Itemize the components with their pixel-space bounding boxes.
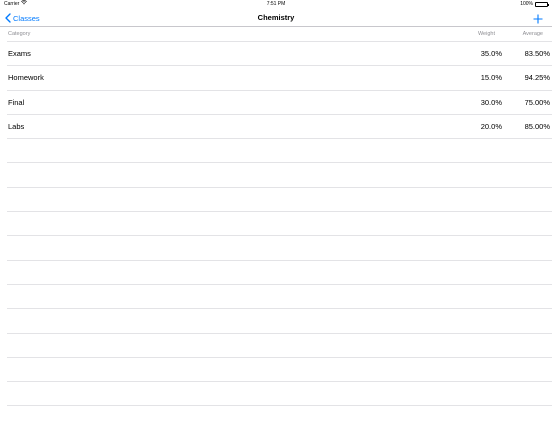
- header-weight: Weight: [477, 31, 495, 37]
- empty-row: [7, 162, 552, 186]
- table-row-labs[interactable]: Labs 20.0% 85.00%: [7, 113, 552, 138]
- row-average: 75.00%: [524, 97, 550, 107]
- row-category: Labs: [8, 121, 25, 131]
- battery-percent: 100%: [520, 1, 533, 7]
- empty-row: [7, 332, 552, 357]
- row-weight: 35.0%: [480, 49, 502, 58]
- page-title: Chemistry: [257, 13, 295, 22]
- row-category: Homework: [8, 73, 44, 83]
- empty-row: [7, 405, 552, 429]
- row-weight: 30.0%: [480, 97, 502, 107]
- empty-row: [7, 259, 552, 284]
- empty-row: [7, 186, 552, 211]
- empty-row: [7, 283, 552, 308]
- row-average: 94.25%: [524, 73, 550, 83]
- row-category: Final: [8, 97, 25, 107]
- header-category: Category: [8, 31, 31, 37]
- empty-row: [7, 381, 552, 405]
- status-bar: Carrier 7:51 PM 100%: [0, 0, 552, 9]
- table-row-homework[interactable]: Homework 15.0% 94.25%: [7, 65, 552, 89]
- status-right: 100%: [520, 0, 549, 9]
- battery-icon: [535, 2, 549, 7]
- empty-row: [7, 356, 552, 381]
- table-header: Category Weight Average: [0, 27, 552, 41]
- empty-row: [7, 211, 552, 235]
- empty-row: [7, 138, 552, 162]
- table-row-exams[interactable]: Exams 35.0% 83.50%: [7, 41, 552, 65]
- plus-icon: [533, 14, 543, 24]
- row-weight: 20.0%: [480, 121, 502, 131]
- row-average: 85.00%: [524, 121, 550, 131]
- row-average: 83.50%: [524, 49, 550, 58]
- category-table: Exams 35.0% 83.50% Homework 15.0% 94.25%…: [0, 41, 552, 430]
- add-button[interactable]: [532, 12, 544, 24]
- row-weight: 15.0%: [480, 73, 502, 83]
- table-row-final[interactable]: Final 30.0% 75.00%: [7, 89, 552, 114]
- empty-row: [7, 235, 552, 259]
- navigation-bar: Classes Chemistry: [0, 9, 552, 27]
- header-average: Average: [522, 31, 543, 37]
- status-time: 7:51 PM: [266, 1, 286, 7]
- empty-row: [7, 308, 552, 332]
- row-category: Exams: [8, 49, 31, 58]
